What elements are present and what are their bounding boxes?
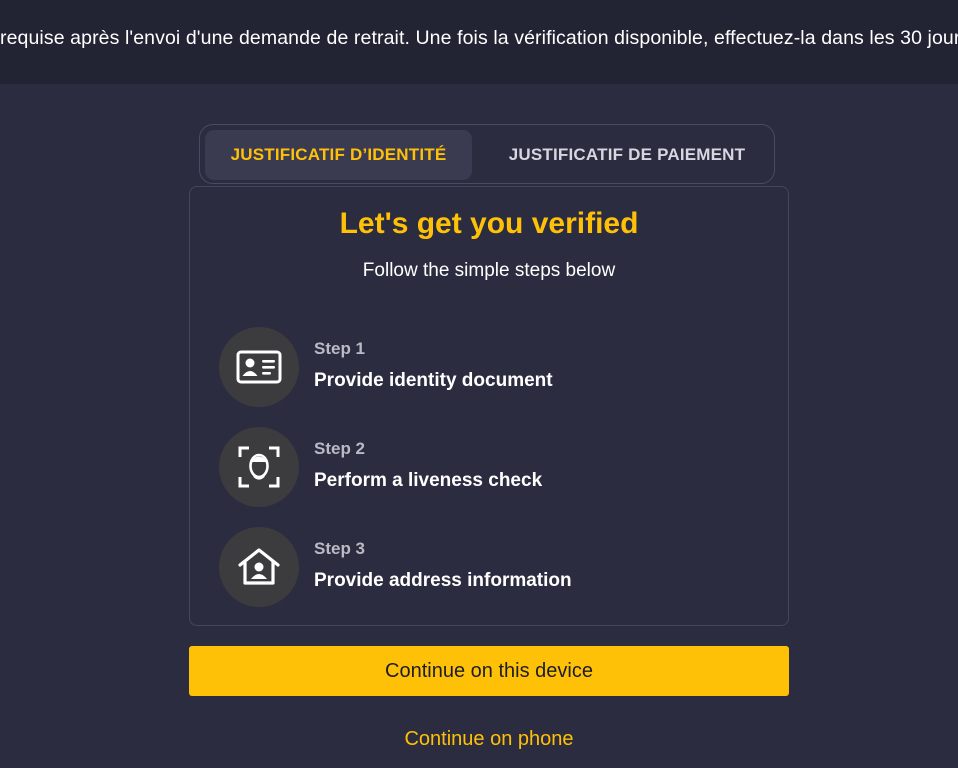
step-label: Step 1 [314,339,366,358]
card-title: Let's get you verified [339,207,639,240]
step-description: Perform a liveness check [314,470,543,491]
step-description: Provide address information [314,570,572,591]
tab-identity-proof[interactable]: JUSTIFICATIF D’IDENTITÉ [205,130,472,180]
tab-payment-proof[interactable]: JUSTIFICATIF DE PAIEMENT [482,130,772,180]
verification-card: Let's get you verified Follow the simple… [189,186,789,626]
id-card-icon [219,327,299,407]
step-label: Step 2 [314,439,366,458]
step-3: Step 3 Provide address information [219,527,759,607]
continue-on-phone-link[interactable]: Continue on phone [189,728,789,751]
face-scan-icon [219,427,299,507]
step-2: Step 2 Perform a liveness check [219,427,759,507]
home-person-icon [219,527,299,607]
verification-tabs: JUSTIFICATIF D’IDENTITÉ JUSTIFICATIF DE … [199,124,775,184]
step-label: Step 3 [314,539,366,558]
step-description: Provide identity document [314,370,553,391]
continue-on-device-button[interactable]: Continue on this device [189,646,789,696]
card-subtitle: Follow the simple steps below [362,260,616,281]
notice-bar: requise après l'envoi d'une demande de r… [0,0,958,84]
step-1: Step 1 Provide identity document [219,327,759,407]
notice-text: requise après l'envoi d'une demande de r… [0,27,958,49]
